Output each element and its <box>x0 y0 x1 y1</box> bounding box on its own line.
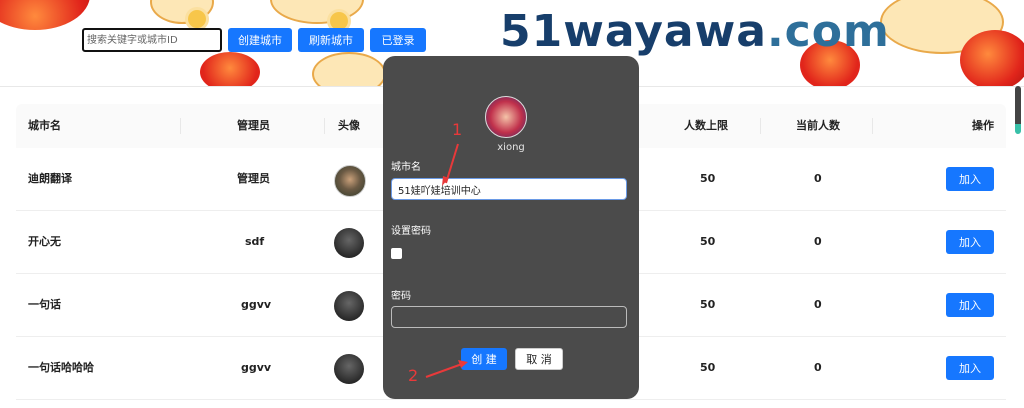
annotation-step-1: 1 <box>452 120 463 139</box>
annotation-arrows <box>425 143 468 378</box>
annotation-arrow-1 <box>445 143 459 184</box>
annotation-arrow-2 <box>425 363 463 378</box>
annotation-arrowhead-2 <box>458 360 468 368</box>
annotation-step-2: 2 <box>408 366 419 385</box>
